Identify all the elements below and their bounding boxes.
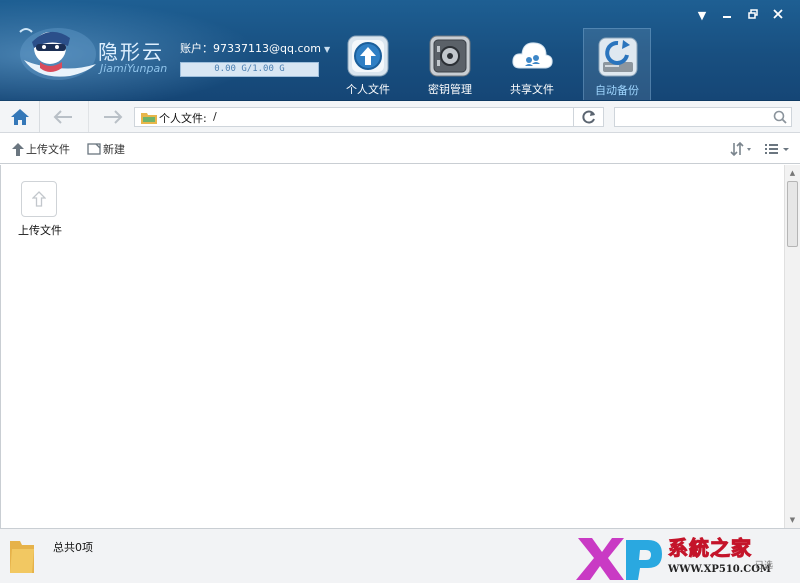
cloud-share-icon: [512, 42, 553, 69]
folder-icon: [10, 541, 34, 573]
back-arrow-icon: [53, 110, 72, 124]
path-field[interactable]: 个人文件: /: [134, 107, 574, 127]
search-input[interactable]: [614, 107, 792, 127]
watermark-title: 系統之家: [668, 536, 752, 561]
nav-personal-files[interactable]: 个人文件: [334, 28, 402, 100]
nav-auto-backup[interactable]: 自动备份: [583, 28, 651, 100]
scroll-down-icon[interactable]: ▼: [785, 513, 800, 527]
upload-tile-box: [21, 181, 57, 217]
new-folder-icon: [87, 143, 101, 155]
nav-label: 个人文件: [346, 83, 390, 96]
nav-label: 密钥管理: [428, 83, 472, 96]
vertical-scrollbar[interactable]: ▲ ▼: [784, 165, 800, 528]
forward-button[interactable]: [88, 101, 134, 132]
new-button[interactable]: 新建: [87, 141, 125, 157]
nav-key-management[interactable]: 密钥管理: [416, 28, 484, 100]
restore-glyph: [748, 9, 758, 19]
back-button[interactable]: [40, 101, 86, 132]
nav-label: 共享文件: [510, 83, 554, 96]
close-glyph: [773, 9, 783, 19]
upload-file-tile[interactable]: 上传文件: [15, 181, 65, 241]
path-label: 个人文件:: [159, 112, 207, 125]
search-icon: [773, 110, 787, 124]
safe-vault-icon: [429, 35, 471, 77]
brand-name: 隐形云: [98, 40, 164, 64]
upload-file-button[interactable]: 上传文件: [12, 141, 70, 157]
watermark-sub: 已选: [755, 561, 774, 571]
home-icon: [11, 109, 29, 125]
address-bar: 个人文件: /: [0, 101, 800, 133]
title-bar: 隐形云 JiamiYunpan 账户：97337113@qq.com ▼ 0.00…: [0, 0, 800, 101]
upload-arrow-icon: [32, 191, 46, 207]
menu-dropdown-icon[interactable]: ▼: [694, 9, 710, 23]
minimize-icon[interactable]: [719, 9, 735, 23]
nav-label: 自动备份: [595, 84, 639, 97]
backup-drive-icon: [598, 37, 638, 77]
upload-arrow-icon: [12, 142, 24, 156]
item-count: 总共0项: [53, 541, 93, 554]
new-label: 新建: [103, 143, 125, 156]
list-view-icon: [765, 144, 789, 154]
refresh-button[interactable]: [574, 107, 604, 127]
mascot-logo-icon: [19, 28, 96, 80]
upload-file-label: 上传文件: [26, 143, 70, 156]
scroll-up-icon[interactable]: ▲: [785, 166, 800, 180]
home-button[interactable]: [0, 101, 40, 132]
quota-bar: 0.00 G/1.00 G: [180, 62, 319, 77]
nav-shared-files[interactable]: 共享文件: [498, 28, 566, 100]
brand-name-en: JiamiYunpan: [100, 62, 168, 75]
toolbar: 上传文件 新建: [0, 133, 800, 164]
forward-arrow-icon: [104, 110, 123, 124]
restore-icon[interactable]: [745, 9, 761, 23]
sort-button[interactable]: [730, 141, 756, 157]
upload-tile-label: 上传文件: [18, 224, 62, 237]
chevron-down-icon: ▼: [323, 45, 331, 54]
path-value: /: [213, 110, 217, 123]
view-mode-button[interactable]: [764, 141, 792, 157]
sort-icon: [730, 141, 751, 157]
account-menu[interactable]: 账户：97337113@qq.com ▼: [180, 40, 330, 56]
watermark: 系統之家 WWW.XP510.COM 已选: [572, 528, 800, 583]
minimize-glyph: [723, 16, 731, 18]
close-icon[interactable]: [770, 9, 786, 23]
file-list-area[interactable]: 上传文件: [0, 165, 784, 528]
xp-watermark-logo: [576, 538, 662, 580]
upload-arrow-icon: [347, 35, 389, 77]
folder-icon: [141, 113, 157, 124]
scrollbar-thumb[interactable]: [787, 181, 798, 247]
account-label: 账户：97337113@qq.com: [180, 42, 321, 55]
refresh-icon: [582, 110, 595, 124]
